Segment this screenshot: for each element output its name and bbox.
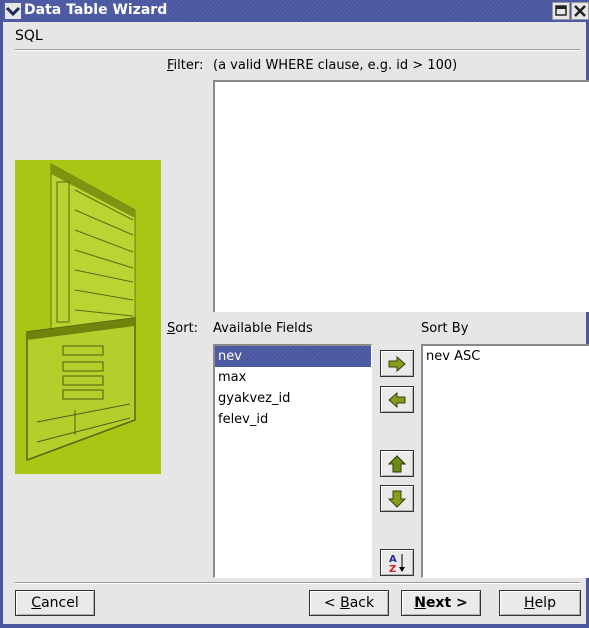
remove-sort-field-button[interactable]	[380, 386, 414, 413]
filter-hint: (a valid WHERE clause, e.g. id > 100)	[213, 58, 458, 73]
arrow-right-icon	[388, 355, 406, 372]
move-down-button[interactable]	[380, 485, 414, 512]
dialog-window: Data Table Wizard SQL Filter: (a valid W…	[0, 0, 589, 628]
header-divider	[15, 49, 580, 51]
arrow-left-icon	[388, 391, 406, 408]
back-button[interactable]: < Back	[309, 590, 389, 616]
sort-by-header: Sort By	[421, 321, 469, 336]
arrow-down-icon	[388, 490, 406, 508]
page-title: SQL	[15, 28, 43, 44]
back-mnemonic: B	[340, 595, 350, 611]
sort-by-list[interactable]: nev ASC	[421, 344, 589, 578]
maximize-icon	[555, 5, 567, 16]
sort-label: Sort:	[167, 321, 198, 336]
move-up-button[interactable]	[380, 450, 414, 477]
toggle-sort-order-button[interactable]: A Z	[380, 549, 414, 576]
chevron-down-icon	[5, 6, 21, 17]
help-mnemonic: H	[524, 595, 535, 611]
svg-text:Z: Z	[389, 564, 396, 574]
list-item[interactable]: nev	[215, 346, 371, 367]
filter-label-text: ilter:	[173, 58, 204, 73]
cancel-mnemonic: C	[31, 595, 42, 611]
close-icon	[574, 5, 586, 17]
cancel-label: ancel	[41, 595, 79, 611]
window-menu-button[interactable]	[5, 3, 21, 19]
arrow-up-icon	[388, 454, 406, 472]
next-mnemonic: N	[414, 595, 426, 611]
list-item[interactable]: nev ASC	[423, 346, 589, 367]
title-bar[interactable]: Data Table Wizard	[3, 0, 589, 22]
available-fields-header: Available Fields	[213, 321, 313, 336]
sort-label-text: ort:	[175, 321, 199, 336]
list-item[interactable]: gyakvez_id	[215, 388, 371, 409]
next-button[interactable]: Next >	[401, 590, 481, 616]
footer-divider	[15, 582, 580, 584]
cancel-button[interactable]: Cancel	[15, 590, 95, 616]
sort-az-icon: A Z	[389, 553, 405, 574]
wizard-illustration	[26, 163, 136, 462]
available-fields-list[interactable]: nev max gyakvez_id felev_id	[213, 344, 372, 578]
maximize-button[interactable]	[552, 2, 570, 20]
help-button[interactable]: Help	[499, 590, 581, 616]
window-title: Data Table Wizard	[24, 2, 168, 18]
add-sort-field-button[interactable]	[380, 350, 414, 377]
back-prefix: <	[323, 595, 341, 611]
wizard-graphic	[15, 160, 161, 474]
list-item[interactable]: felev_id	[215, 409, 371, 430]
next-label: ext >	[425, 595, 468, 611]
filter-label: Filter:	[167, 58, 203, 73]
close-button[interactable]	[571, 2, 589, 20]
list-item[interactable]: max	[215, 367, 371, 388]
back-label: ack	[349, 595, 375, 611]
filter-textarea[interactable]	[213, 80, 589, 312]
help-label: elp	[534, 595, 556, 611]
